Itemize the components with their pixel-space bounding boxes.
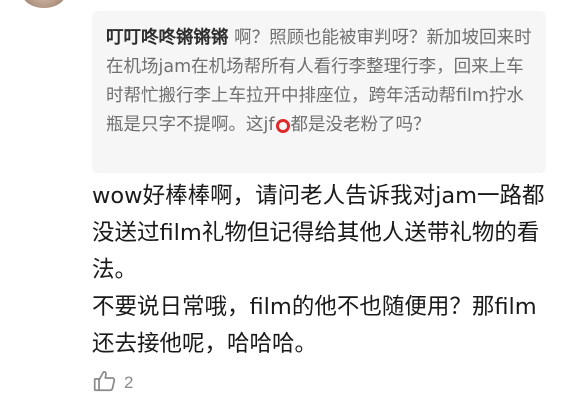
- quoted-author-name[interactable]: 叮叮咚咚锵锵锵: [106, 28, 229, 48]
- reply-paragraph: wow好棒棒啊，请问老人告诉我对jam一路都没送过film礼物但记得给其他人送带…: [92, 183, 545, 283]
- reply-paragraph: 不要说日常哦，film的他不也随便用？那film还去接他呢，哈哈哈。: [92, 294, 537, 357]
- avatar[interactable]: [22, 0, 66, 8]
- like-button[interactable]: 2: [92, 368, 133, 398]
- reply-body: wow好棒棒啊，请问老人告诉我对jam一路都没送过film礼物但记得给其他人送带…: [92, 178, 554, 363]
- red-circle-icon: [275, 119, 290, 133]
- thumbs-up-icon: [92, 368, 118, 398]
- quoted-comment-text-end: 都是没老粉了吗？: [290, 115, 431, 135]
- like-count: 2: [124, 373, 134, 392]
- quoted-comment: 叮叮咚咚锵锵锵 啊？照顾也能被审判呀？新加坡回来时在机场jam在机场帮所有人看行…: [92, 11, 546, 173]
